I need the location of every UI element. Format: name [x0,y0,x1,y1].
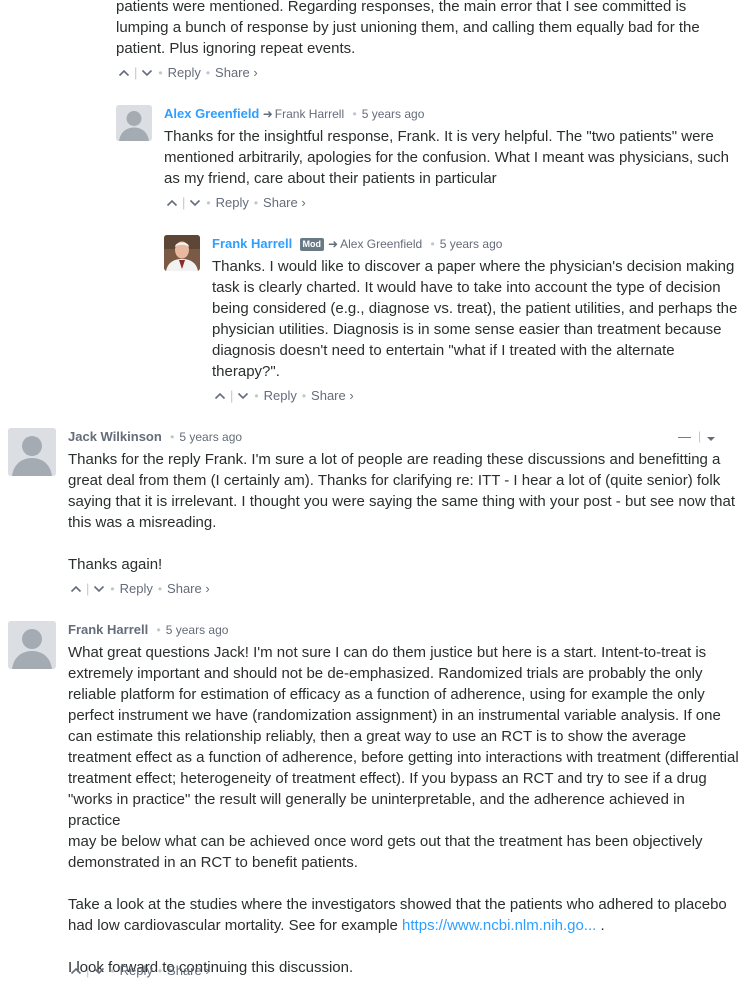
downvote-icon[interactable] [189,197,201,209]
comment-line: had low cardiovascular mortality. See fo… [68,917,605,934]
comment-header: Jack Wilkinson • 5 years ago [68,429,243,444]
upvote-icon[interactable] [70,965,82,977]
comment-line: this was a misreading. [68,514,217,531]
comment-line: great deal from them (I certainly am). T… [68,472,721,489]
comment-line: patient. Plus ignoring repeat events. [116,40,356,57]
default-avatar-icon [8,428,56,476]
comment-header: Frank Harrell • 5 years ago [68,622,229,637]
comment-line: What great questions Jack! I'm not sure … [68,644,707,661]
default-avatar-icon [116,105,152,141]
mod-badge: Mod [299,238,325,252]
upvote-icon[interactable] [118,67,130,79]
reply-button[interactable]: Reply [120,963,153,979]
avatar[interactable] [8,621,56,669]
comment-body: patients were mentioned. Regarding respo… [116,0,736,59]
comment-actions: | • Reply • Share › [214,387,354,404]
comment-line: Thanks for the reply Frank. I'm sure a l… [68,451,721,468]
comment-line: extremely important and should not be de… [68,665,703,682]
comment-line: mentioned arbitrarily, apologies for the… [164,149,730,166]
upvote-icon[interactable] [70,583,82,595]
comment-line: "works in practice" the result will gene… [68,791,685,829]
avatar[interactable] [116,105,152,141]
comment-line: therapy?". [212,363,280,380]
comment-header: Frank Harrell Mod ➜ Alex Greenfield • 5 yea… [212,236,503,252]
comment-actions: | • Reply • Share › [70,580,210,597]
in-reply-to[interactable]: Frank Harrell [275,107,344,121]
share-button[interactable]: Share › [167,581,210,597]
avatar[interactable] [164,235,200,271]
comment-actions: | • Reply • Share › [70,962,210,979]
comment-line: Thanks for the insightful response, Fran… [164,128,714,145]
avatar[interactable] [8,428,56,476]
comment-line: Thanks again! [68,556,163,573]
author-name[interactable]: Frank Harrell [68,622,148,637]
comment-line: as my friend, care about their patients … [164,170,497,187]
reply-arrow-icon: ➜ [328,237,339,251]
share-button[interactable]: Share › [167,963,210,979]
timestamp[interactable]: 5 years ago [440,237,503,251]
comment-header: Alex Greenfield ➜ Frank Harrell • 5 years … [164,106,425,121]
comment-line: can estimate this relationship reliably,… [68,728,687,745]
comment-line: perfect instrument we have (randomizatio… [68,707,721,724]
author-name[interactable]: Frank Harrell [212,236,292,251]
comment-line: patients were mentioned. Regarding respo… [116,0,687,15]
comment-body: Thanks for the reply Frank. I'm sure a l… [68,449,738,575]
comment-line: treatment effect as a function of adhere… [68,749,739,766]
chevron-down-icon[interactable] [706,431,716,449]
comment-line: demonstrated in an RCT to benefit patien… [68,854,358,871]
reply-button[interactable]: Reply [120,581,153,597]
comment-line: Thanks. I would like to discover a paper… [212,258,735,275]
comment-line: physician utilities. Diagnosis is in som… [212,321,722,338]
reply-button[interactable]: Reply [168,65,201,81]
timestamp[interactable]: 5 years ago [362,107,425,121]
comment-line: Take a look at the studies where the inv… [68,896,727,913]
collapse-icon[interactable]: — [678,429,691,444]
reply-button[interactable]: Reply [216,195,249,211]
comment-controls: — | [678,429,738,445]
comment-line: reliable platform for estimation of effi… [68,686,705,703]
reply-button[interactable]: Reply [264,388,297,404]
in-reply-to[interactable]: Alex Greenfield [340,237,422,251]
comment-line: diagnosis doesn't need to entertain "wha… [212,342,675,359]
upvote-icon[interactable] [166,197,178,209]
timestamp[interactable]: 5 years ago [166,623,229,637]
comment-line: saying that it is irrelevant. I thought … [68,493,736,510]
author-name[interactable]: Jack Wilkinson [68,429,162,444]
timestamp[interactable]: 5 years ago [179,430,242,444]
comment-line: task is clearly charted. It would have t… [212,279,721,296]
comment-line: may be below what can be achieved once w… [68,833,703,850]
comment-line: treatment effect; heterogeneity of treat… [68,770,707,787]
author-name[interactable]: Alex Greenfield [164,106,259,121]
upvote-icon[interactable] [214,390,226,402]
downvote-icon[interactable] [93,965,105,977]
share-button[interactable]: Share › [311,388,354,404]
comment-body: What great questions Jack! I'm not sure … [68,642,740,978]
comment-line: lumping a bunch of response by just unio… [116,19,700,36]
comment-actions: | • Reply • Share › [118,64,258,81]
comment-line: being considered (e.g., diagnose vs. tre… [212,300,738,317]
comment-body: Thanks. I would like to discover a paper… [212,256,742,382]
downvote-icon[interactable] [141,67,153,79]
article-link[interactable]: https://www.ncbi.nlm.nih.go... [402,917,596,934]
default-avatar-icon [8,621,56,669]
comment-body: Thanks for the insightful response, Fran… [164,126,739,189]
reply-arrow-icon: ➜ [262,107,273,121]
downvote-icon[interactable] [93,583,105,595]
comment-actions: | • Reply • Share › [166,194,306,211]
share-button[interactable]: Share › [215,65,258,81]
downvote-icon[interactable] [237,390,249,402]
user-photo-icon [164,235,200,271]
share-button[interactable]: Share › [263,195,306,211]
